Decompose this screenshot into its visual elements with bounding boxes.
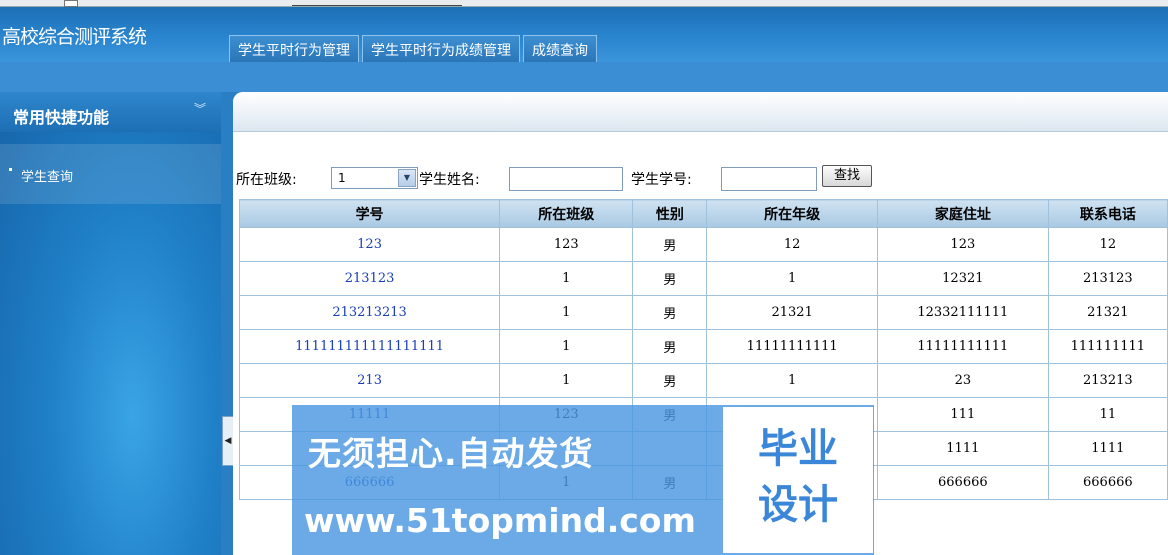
table-cell: 666666: [1047, 465, 1168, 500]
column-header: 性别: [632, 199, 708, 228]
app-title: 高校综合测评系统: [2, 26, 147, 48]
sidebar-title: 常用快捷功能: [13, 108, 110, 127]
column-header: 所在班级: [499, 199, 634, 228]
column-header: 联系电话: [1047, 199, 1168, 228]
table-cell: 1111: [877, 431, 1049, 466]
header-band: [0, 62, 1168, 92]
name-label: 学生姓名:: [419, 172, 480, 188]
table-cell: 男: [632, 329, 708, 364]
sidebar-item-student-query[interactable]: 学生查询: [0, 144, 221, 204]
table-row: 213123 1 男 1 12321 213123: [238, 261, 1168, 296]
search-button[interactable]: 查找: [822, 165, 872, 187]
student-name-input[interactable]: [509, 167, 623, 191]
student-id-input[interactable]: [721, 167, 817, 191]
watermark-url: www.51topmind.com: [304, 501, 696, 540]
table-cell: 男: [632, 261, 708, 296]
class-label: 所在班级:: [236, 172, 297, 188]
table-cell: 23: [877, 363, 1049, 398]
tab-score-query[interactable]: 成绩查询: [523, 35, 597, 63]
panel-header: [233, 92, 1168, 132]
table-cell: 123: [499, 227, 634, 262]
table-cell: 1: [499, 363, 634, 398]
student-id-link[interactable]: 213213213: [238, 295, 501, 330]
sidebar: 常用快捷功能 ︾ 学生查询: [0, 92, 221, 555]
table-row: 213213213 1 男 21321 12332111111 21321: [238, 295, 1168, 330]
table-row: 111111111111111111 1 男 11111111111 11111…: [238, 329, 1168, 364]
table-cell: 1: [499, 295, 634, 330]
browser-strip: [0, 0, 1168, 7]
table-cell: 111111111: [1047, 329, 1168, 364]
table-cell: 男: [632, 363, 708, 398]
class-select-value: 1: [338, 171, 346, 185]
header: 高校综合测评系统 学生平时行为管理 学生平时行为成绩管理 成绩查询: [0, 7, 1168, 63]
table-row: 213 1 男 1 23 213213: [238, 363, 1168, 398]
table-cell: 男: [632, 227, 708, 262]
table-cell: 12: [706, 227, 878, 262]
table-cell: 1: [706, 363, 878, 398]
table-cell: 213123: [1047, 261, 1168, 296]
id-label: 学生学号:: [631, 172, 692, 188]
tab-behavior-management[interactable]: 学生平时行为管理: [229, 35, 359, 63]
class-select[interactable]: 1 ▼: [331, 167, 418, 189]
table-header-row: 学号 所在班级 性别 所在年级 家庭住址 联系电话: [238, 199, 1168, 228]
watermark-slogan: 无须担心.自动发货: [308, 434, 594, 473]
table-cell: 1: [499, 261, 634, 296]
column-header: 学号: [238, 199, 501, 228]
column-header: 家庭住址: [877, 199, 1049, 228]
watermark-badge-line2: 设计: [758, 482, 838, 528]
table-cell: 1: [499, 329, 634, 364]
table-cell: 男: [632, 295, 708, 330]
watermark-badge: 毕业 设计: [723, 407, 873, 553]
table-row: 123 123 男 12 123 12: [238, 227, 1168, 262]
table-cell: 12321: [877, 261, 1049, 296]
table-cell: 21321: [706, 295, 878, 330]
tab-behavior-score-management[interactable]: 学生平时行为成绩管理: [362, 35, 520, 63]
table-cell: 11111111111: [706, 329, 878, 364]
watermark-badge-line1: 毕业: [758, 426, 838, 472]
watermark-overlay: 无须担心.自动发货 www.51topmind.com 毕业 设计: [292, 405, 874, 555]
main-tabs: 学生平时行为管理 学生平时行为成绩管理 成绩查询: [229, 35, 600, 63]
student-id-link[interactable]: 111111111111111111: [238, 329, 501, 364]
student-id-link[interactable]: 213123: [238, 261, 501, 296]
table-cell: 123: [877, 227, 1049, 262]
chevron-down-icon[interactable]: ▼: [398, 169, 416, 187]
student-id-link[interactable]: 213: [238, 363, 501, 398]
table-cell: 12332111111: [877, 295, 1049, 330]
table-cell: 111: [877, 397, 1049, 432]
column-header: 所在年级: [706, 199, 878, 228]
table-cell: 21321: [1047, 295, 1168, 330]
sidebar-item-label: 学生查询: [21, 170, 74, 185]
chevron-down-icon[interactable]: ︾: [194, 103, 210, 121]
table-cell: 11111111111: [877, 329, 1049, 364]
table-cell: 12: [1047, 227, 1168, 262]
address-underline: [292, 0, 462, 6]
table-cell: 1: [706, 261, 878, 296]
table-cell: 213213: [1047, 363, 1168, 398]
bullet-icon: [9, 168, 12, 171]
student-id-link[interactable]: 123: [238, 227, 501, 262]
checkbox-icon: [64, 0, 78, 7]
table-cell: 1111: [1047, 431, 1168, 466]
table-cell: 666666: [877, 465, 1049, 500]
table-cell: 11: [1047, 397, 1168, 432]
sidebar-header: 常用快捷功能 ︾: [0, 92, 221, 132]
